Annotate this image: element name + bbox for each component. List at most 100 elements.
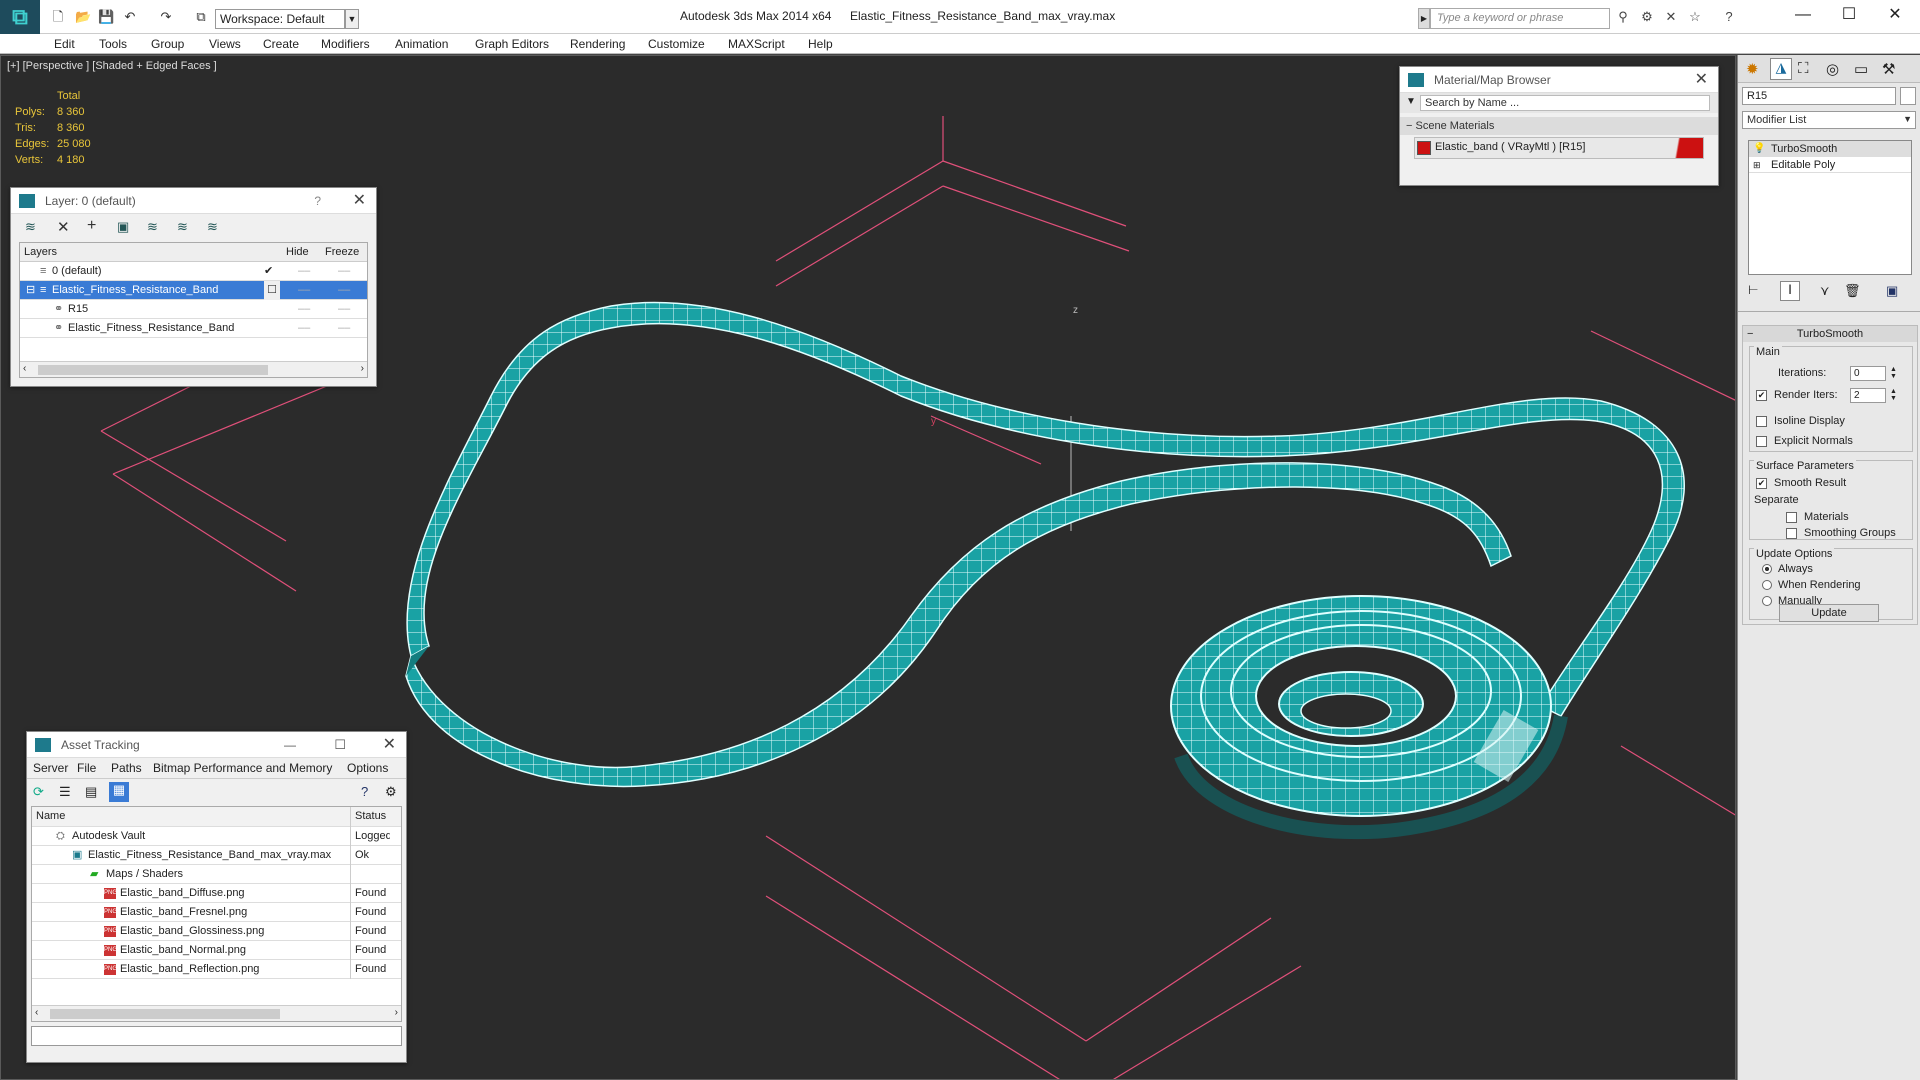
collapse-icon[interactable]: ⊟ bbox=[26, 281, 35, 300]
scene-materials-group[interactable]: − Scene Materials bbox=[1400, 117, 1718, 135]
close-icon[interactable]: ✕ bbox=[353, 188, 366, 214]
turbosmooth-rollout-header[interactable]: − TurboSmooth bbox=[1743, 326, 1917, 342]
modifier-list-dropdown[interactable]: Modifier List ▼ bbox=[1742, 111, 1916, 129]
layer-row-selected[interactable]: ⊟ ≡ Elastic_Fitness_Resistance_Band ☐ ‒‒… bbox=[20, 281, 367, 300]
minimize-button[interactable]: — bbox=[1780, 0, 1826, 30]
separate-materials-checkbox[interactable] bbox=[1786, 511, 1801, 523]
col-layers[interactable]: Layers bbox=[24, 243, 57, 262]
scroll-left-icon[interactable]: ‹ bbox=[23, 363, 26, 374]
list-view-icon[interactable]: ☰ bbox=[59, 784, 71, 800]
maximize-button[interactable]: ☐ bbox=[1826, 0, 1872, 30]
project-folder-icon[interactable]: ⧉ bbox=[193, 9, 209, 25]
pin-stack-icon[interactable]: ⊢ bbox=[1748, 283, 1758, 297]
save-file-icon[interactable]: 💾 bbox=[98, 9, 114, 25]
minimize-icon[interactable]: — bbox=[284, 732, 296, 758]
object-row[interactable]: ⚭ Elastic_Fitness_Resistance_Band ‒‒ ‒‒ bbox=[20, 319, 367, 338]
close-window-button[interactable]: ✕ bbox=[1872, 0, 1918, 30]
smoothing-groups-checkbox[interactable] bbox=[1786, 527, 1801, 539]
close-icon[interactable]: ✕ bbox=[383, 732, 396, 758]
layer-row[interactable]: ≡ 0 (default) ✔ ‒‒ ‒‒ bbox=[20, 262, 367, 281]
undo-icon[interactable]: ↶ bbox=[122, 9, 138, 25]
hide-toggle[interactable]: ‒‒ bbox=[298, 319, 310, 338]
create-tab-icon[interactable]: ✹ bbox=[1746, 60, 1759, 78]
display-tab-icon[interactable]: ▭ bbox=[1854, 60, 1868, 78]
favorites-star-icon[interactable]: ☆ bbox=[1686, 9, 1704, 25]
isoline-display-checkbox[interactable] bbox=[1756, 415, 1771, 427]
stack-item-turbosmooth[interactable]: 💡 TurboSmooth bbox=[1749, 141, 1911, 157]
layer-panel-help-icon[interactable]: ? bbox=[314, 188, 321, 214]
active-layer-check-icon[interactable]: ✔ bbox=[264, 262, 273, 281]
configure-sets-icon[interactable]: ▣ bbox=[1886, 283, 1898, 299]
chevron-down-icon[interactable]: ▼ bbox=[1903, 114, 1912, 124]
resistance-band-model[interactable] bbox=[405, 301, 1685, 840]
menu-options[interactable]: Options bbox=[347, 758, 388, 778]
app-logo-button[interactable]: ⧉ bbox=[0, 0, 40, 34]
asset-row[interactable]: PNG Elastic_band_Fresnel.png Found bbox=[32, 903, 401, 922]
help-icon[interactable]: ? bbox=[1720, 9, 1738, 25]
smooth-result-checkbox[interactable]: ✔ bbox=[1756, 477, 1771, 489]
freeze-toggle[interactable]: ‒‒ bbox=[338, 262, 350, 281]
col-status[interactable]: Status bbox=[350, 807, 386, 827]
hide-all-icon[interactable]: ≋ bbox=[177, 219, 188, 235]
motion-tab-icon[interactable]: ◎ bbox=[1826, 60, 1839, 78]
object-row[interactable]: ⚭ R15 ‒‒ ‒‒ bbox=[20, 300, 367, 319]
asset-path-field[interactable] bbox=[31, 1026, 402, 1046]
hide-toggle[interactable]: ‒‒ bbox=[298, 262, 310, 281]
select-objects-icon[interactable]: ▣ bbox=[117, 219, 129, 235]
new-file-icon[interactable]: 🗋 bbox=[50, 9, 66, 25]
utilities-tab-icon[interactable]: ⚒ bbox=[1882, 60, 1895, 78]
asset-row[interactable]: ▣ Elastic_Fitness_Resistance_Band_max_vr… bbox=[32, 846, 401, 865]
search-expand-icon[interactable]: ▶ bbox=[1418, 8, 1430, 29]
asset-row[interactable]: ⛭ Autodesk Vault Logged O bbox=[32, 827, 401, 846]
freeze-toggle[interactable]: ‒‒ bbox=[338, 300, 350, 319]
menu-group[interactable]: Group bbox=[151, 34, 184, 54]
menu-rendering[interactable]: Rendering bbox=[570, 34, 625, 54]
communication-icon[interactable]: ✕ bbox=[1662, 9, 1680, 25]
render-iters-checkbox[interactable]: ✔ bbox=[1756, 389, 1771, 401]
asset-row[interactable]: PNG Elastic_band_Diffuse.png Found bbox=[32, 884, 401, 903]
render-iters-spinner-arrows-icon[interactable]: ▲ ▼ bbox=[1890, 388, 1897, 402]
viewport-label[interactable]: [+] [Perspective ] [Shaded + Edged Faces… bbox=[7, 60, 217, 72]
maximize-icon[interactable]: ☐ bbox=[334, 732, 346, 758]
scroll-right-icon[interactable]: › bbox=[361, 363, 364, 374]
add-to-layer-icon[interactable]: + bbox=[87, 217, 96, 235]
subscription-icon[interactable]: ⚙ bbox=[1638, 9, 1656, 25]
stack-item-editable-poly[interactable]: ⊞ Editable Poly bbox=[1749, 157, 1911, 173]
asset-row[interactable]: PNG Elastic_band_Glossiness.png Found bbox=[32, 922, 401, 941]
search-input[interactable]: Type a keyword or phrase bbox=[1430, 8, 1610, 29]
search-options-icon[interactable]: ▼ bbox=[1406, 96, 1416, 107]
iterations-spinner-arrows-icon[interactable]: ▲ ▼ bbox=[1890, 366, 1897, 380]
help-icon[interactable]: ? bbox=[361, 784, 368, 799]
make-unique-icon[interactable]: ⋎ bbox=[1820, 283, 1830, 299]
horizontal-scrollbar[interactable]: ‹ › bbox=[20, 361, 367, 377]
redo-icon[interactable]: ↷ bbox=[158, 9, 174, 25]
create-layer-icon[interactable]: ≋ bbox=[25, 219, 36, 235]
refresh-icon[interactable]: ⟳ bbox=[33, 784, 44, 800]
update-manually-radio[interactable] bbox=[1762, 595, 1776, 607]
light-bulb-icon[interactable]: 💡 bbox=[1753, 141, 1765, 157]
expand-icon[interactable]: ⊞ bbox=[1753, 157, 1761, 173]
object-name-field[interactable]: R15 bbox=[1742, 87, 1896, 105]
menu-customize[interactable]: Customize bbox=[648, 34, 705, 54]
modify-tab-icon[interactable]: ◮ bbox=[1770, 58, 1792, 80]
hierarchy-tab-icon[interactable]: ⛶ bbox=[1798, 60, 1809, 77]
col-freeze[interactable]: Freeze bbox=[325, 243, 359, 262]
update-button[interactable]: Update bbox=[1779, 604, 1879, 622]
hide-toggle[interactable]: ‒‒ bbox=[298, 300, 310, 319]
asset-tracking-title-bar[interactable]: Asset Tracking — ☐ ✕ bbox=[27, 732, 406, 758]
menu-help[interactable]: Help bbox=[808, 34, 833, 54]
collapse-icon[interactable]: − bbox=[1747, 326, 1753, 342]
current-layer-box-icon[interactable]: ☐ bbox=[264, 281, 280, 300]
scroll-thumb[interactable] bbox=[38, 365, 268, 375]
menu-graph-editors[interactable]: Graph Editors bbox=[475, 34, 549, 54]
menu-modifiers[interactable]: Modifiers bbox=[321, 34, 370, 54]
hide-toggle[interactable]: ‒‒ bbox=[298, 281, 310, 300]
material-browser-title-bar[interactable]: Material/Map Browser ✕ bbox=[1400, 67, 1718, 93]
freeze-toggle[interactable]: ‒‒ bbox=[338, 281, 350, 300]
object-color-swatch[interactable] bbox=[1900, 87, 1916, 105]
highlight-layer-icon[interactable]: ≋ bbox=[147, 219, 158, 235]
menu-server[interactable]: Server bbox=[33, 758, 68, 778]
menu-paths[interactable]: Paths bbox=[111, 758, 142, 778]
close-icon[interactable]: ✕ bbox=[1695, 67, 1708, 93]
col-name[interactable]: Name bbox=[36, 807, 65, 826]
